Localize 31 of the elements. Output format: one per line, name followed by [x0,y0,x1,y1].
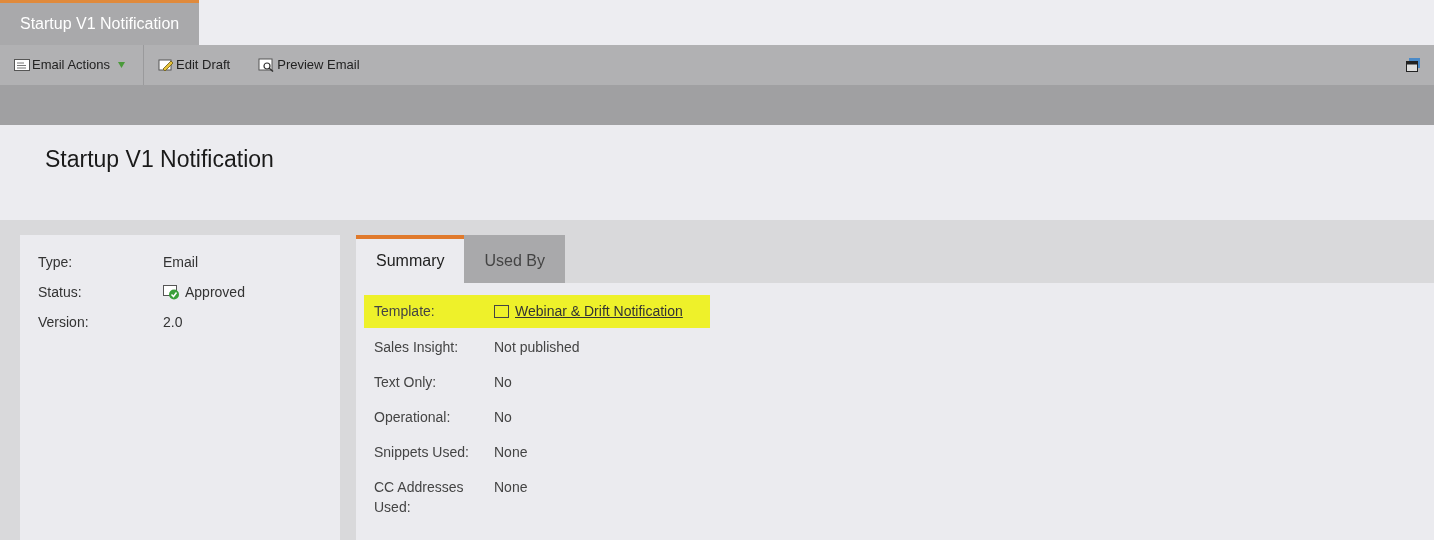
field-label: Template: [374,302,436,321]
field-value: No [494,373,512,392]
field-label: Type: [38,252,74,272]
field-label: Text Only: [374,373,438,392]
field-label: CC Addresses Used: [374,478,465,517]
approved-icon [163,284,180,300]
toolbar-button[interactable]: Edit Draft [144,50,245,80]
field-value: Approved [185,282,245,302]
field-label: Snippets Used: [374,443,470,462]
field-label: Status: [38,282,83,302]
field-value: 2.0 [163,312,183,332]
toolbar-button[interactable]: Preview Email [244,50,374,80]
field-label: Sales Insight: [374,338,460,357]
field-value: No [494,408,512,427]
field-label: Operational: [374,408,452,427]
field-value: Not published [494,338,580,357]
template-link[interactable]: Webinar & Drift Notification [515,301,683,322]
email-icon [14,59,30,71]
toolbar-button[interactable]: Email Actions [14,50,144,80]
field-value: None [494,478,528,497]
window-icon[interactable] [1406,58,1420,72]
caret-icon [118,62,126,68]
field-value: Email [163,252,198,272]
magnifier-icon [258,58,276,72]
field-label: Version: [38,312,90,332]
tab[interactable]: Summary [356,235,465,283]
page-title: Startup V1 Notification [45,145,275,174]
tab[interactable]: Used By [464,235,565,283]
pencil-icon [158,58,175,72]
template-icon [494,305,509,318]
field-value: None [494,443,528,462]
